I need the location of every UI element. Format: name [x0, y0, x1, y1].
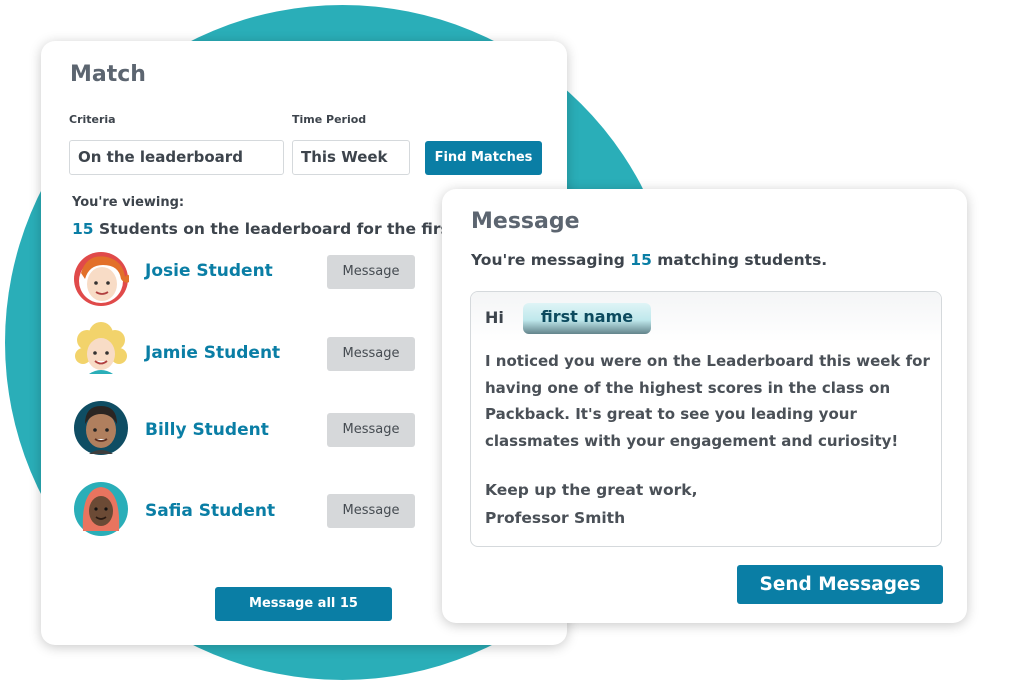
messaging-summary: You're messaging 15 matching students. — [471, 251, 827, 269]
student-name[interactable]: Jamie Student — [145, 343, 280, 363]
signoff-line-1: Keep up the great work, — [485, 481, 698, 499]
message-title: Message — [471, 209, 580, 234]
girl-blonde-curly-avatar — [74, 322, 128, 377]
viewing-count: 15 — [72, 220, 94, 238]
viewing-description: 15 Students on the leaderboard for the f… — [72, 220, 502, 238]
criteria-field[interactable]: On the leaderboard — [69, 140, 284, 175]
signoff-line-2: Professor Smith — [485, 509, 626, 527]
messaging-suffix: matching students. — [651, 251, 828, 269]
criteria-label: Criteria — [69, 113, 116, 126]
time-period-field[interactable]: This Week — [292, 140, 410, 175]
message-panel: Message You're messaging 15 matching stu… — [442, 189, 967, 623]
message-button[interactable]: Message — [327, 494, 415, 528]
student-name[interactable]: Billy Student — [145, 420, 269, 440]
greeting-text: Hi — [485, 308, 504, 327]
boy-dark-hair-avatar — [74, 401, 128, 455]
time-period-label: Time Period — [292, 113, 367, 126]
message-signoff: Keep up the great work, Professor Smith — [485, 476, 697, 532]
girl-red-hair-avatar — [74, 252, 129, 306]
send-messages-button[interactable]: Send Messages — [737, 565, 943, 604]
stage: Match Criteria Time Period On the leader… — [0, 0, 1024, 683]
viewing-label: You're viewing: — [72, 195, 185, 210]
student-row: Safia Student Message — [71, 481, 421, 545]
messaging-count: 15 — [630, 251, 652, 269]
student-name[interactable]: Safia Student — [145, 501, 275, 521]
girl-hijab-avatar — [74, 482, 128, 536]
find-matches-button[interactable]: Find Matches — [425, 141, 542, 175]
message-button[interactable]: Message — [327, 337, 415, 371]
message-button[interactable]: Message — [327, 413, 415, 447]
match-title: Match — [70, 62, 146, 87]
student-row: Billy Student Message — [71, 400, 421, 464]
message-body[interactable]: I noticed you were on the Leaderboard th… — [485, 348, 930, 454]
first-name-token[interactable]: first name — [523, 303, 651, 334]
messaging-prefix: You're messaging — [471, 251, 631, 269]
student-row: Jamie Student Message — [71, 322, 421, 386]
message-compose-box[interactable]: Hi first name I noticed you were on the … — [470, 291, 942, 547]
message-button[interactable]: Message — [327, 255, 415, 289]
viewing-text: Students on the leaderboard for the firs… — [93, 220, 502, 238]
student-name[interactable]: Josie Student — [145, 261, 273, 281]
student-row: Josie Student Message — [71, 251, 421, 315]
message-all-button[interactable]: Message all 15 — [215, 587, 392, 621]
